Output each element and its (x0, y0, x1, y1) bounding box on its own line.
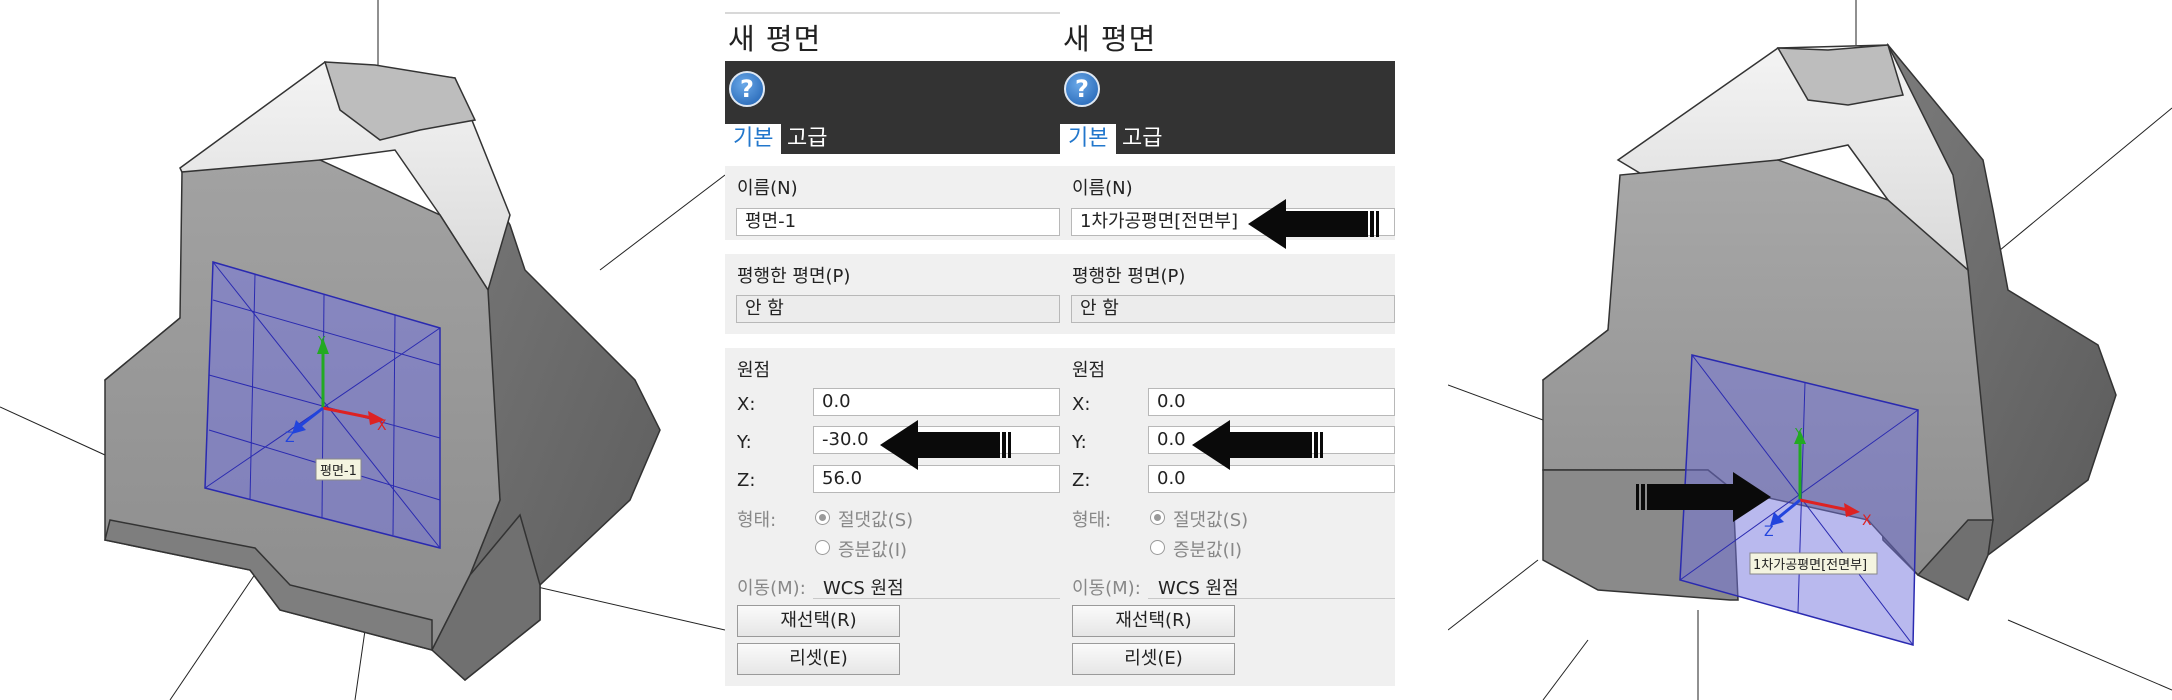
reset-button[interactable]: 리셋(E) (737, 643, 900, 675)
plane-label: 1차가공평면[전면부] (1753, 558, 1867, 573)
parallel-plane-group: 평행한 평면(P) 안 함 (1060, 254, 1395, 334)
move-label: 이동(M): (1072, 578, 1141, 599)
new-plane-panel-1: 새 평면 ? 기본 고급 이름(N) 평면-1 평행한 평면(P) 안 함 원점… (725, 0, 1335, 690)
tab-advanced[interactable]: 고급 (779, 124, 835, 154)
increment-label: 증분값(I) (838, 540, 908, 561)
origin-group: 원점 X: 0.0 Y: -30.0 Z: 56.0 형태: 절댓값(S) 증분… (725, 348, 1060, 686)
increment-radio[interactable] (1150, 540, 1165, 555)
absolute-label: 절댓값(S) (838, 510, 914, 531)
pointer-arrow-icon (1248, 199, 1379, 249)
move-value[interactable]: WCS 원점 (1158, 574, 1239, 600)
z-label: Z: (737, 470, 756, 491)
increment-radio[interactable] (815, 540, 830, 555)
tab-basic[interactable]: 기본 (1060, 124, 1117, 154)
x-field[interactable]: 0.0 (1148, 388, 1395, 416)
parallel-plane-group: 평행한 평면(P) 안 함 (725, 254, 1060, 334)
type-label: 형태: (737, 510, 777, 531)
name-label: 이름(N) (737, 178, 798, 199)
x-field[interactable]: 0.0 (813, 388, 1060, 416)
increment-label: 증분값(I) (1173, 540, 1243, 561)
name-label: 이름(N) (1072, 178, 1133, 199)
y-label: Y: (737, 432, 752, 453)
parallel-plane-select[interactable]: 안 함 (1071, 295, 1395, 323)
panel-title: 새 평면 (728, 22, 822, 56)
z-axis-label: Z (285, 430, 295, 446)
divider (1148, 598, 1395, 599)
z-axis-label: Z (1764, 524, 1774, 540)
y-label: Y: (1072, 432, 1087, 453)
pointer-arrow-icon (880, 420, 1011, 470)
name-field[interactable]: 평면-1 (736, 208, 1060, 236)
y-axis-label: Y (1794, 426, 1803, 440)
panel-title: 새 평면 (1063, 22, 1157, 56)
type-label: 형태: (1072, 510, 1112, 531)
absolute-radio[interactable] (815, 510, 830, 525)
move-label: 이동(M): (737, 578, 806, 599)
reset-button[interactable]: 리셋(E) (1072, 643, 1235, 675)
x-axis-label: X (377, 418, 387, 434)
new-plane-panel-2: 새 평면 ? 기본 고급 이름(N) 1차가공평면[전면부] 평행한 평면(P)… (1060, 0, 1395, 690)
help-icon[interactable]: ? (729, 71, 765, 107)
parallel-plane-label: 평행한 평면(P) (737, 266, 851, 287)
x-axis-label: X (1862, 513, 1872, 529)
tab-advanced[interactable]: 고급 (1114, 124, 1170, 154)
name-group: 이름(N) 평면-1 (725, 166, 1060, 240)
plane-label: 평면-1 (320, 464, 357, 479)
y-axis-label: Y (317, 334, 326, 348)
parallel-plane-label: 평행한 평면(P) (1072, 266, 1186, 287)
x-label: X: (1072, 394, 1091, 415)
absolute-radio[interactable] (1150, 510, 1165, 525)
viewport-left[interactable]: X Y Z 평면-1 (0, 0, 725, 700)
tab-basic[interactable]: 기본 (725, 124, 782, 154)
x-label: X: (737, 394, 756, 415)
origin-label: 원점 (1072, 360, 1106, 381)
help-icon[interactable]: ? (1064, 71, 1100, 107)
move-value[interactable]: WCS 원점 (823, 574, 904, 600)
z-label: Z: (1072, 470, 1091, 491)
reselect-button[interactable]: 재선택(R) (737, 605, 900, 637)
origin-group: 원점 X: 0.0 Y: 0.0 Z: 0.0 형태: 절댓값(S) 증분값(I… (1060, 348, 1395, 686)
pointer-arrow-icon (1192, 420, 1323, 470)
origin-label: 원점 (737, 360, 771, 381)
reselect-button[interactable]: 재선택(R) (1072, 605, 1235, 637)
divider (813, 598, 1060, 599)
parallel-plane-select[interactable]: 안 함 (736, 295, 1060, 323)
absolute-label: 절댓값(S) (1173, 510, 1249, 531)
viewport-right[interactable]: X Y Z 1차가공평면[전면부] (1448, 0, 2172, 700)
pointer-arrow-icon (1636, 472, 1771, 522)
